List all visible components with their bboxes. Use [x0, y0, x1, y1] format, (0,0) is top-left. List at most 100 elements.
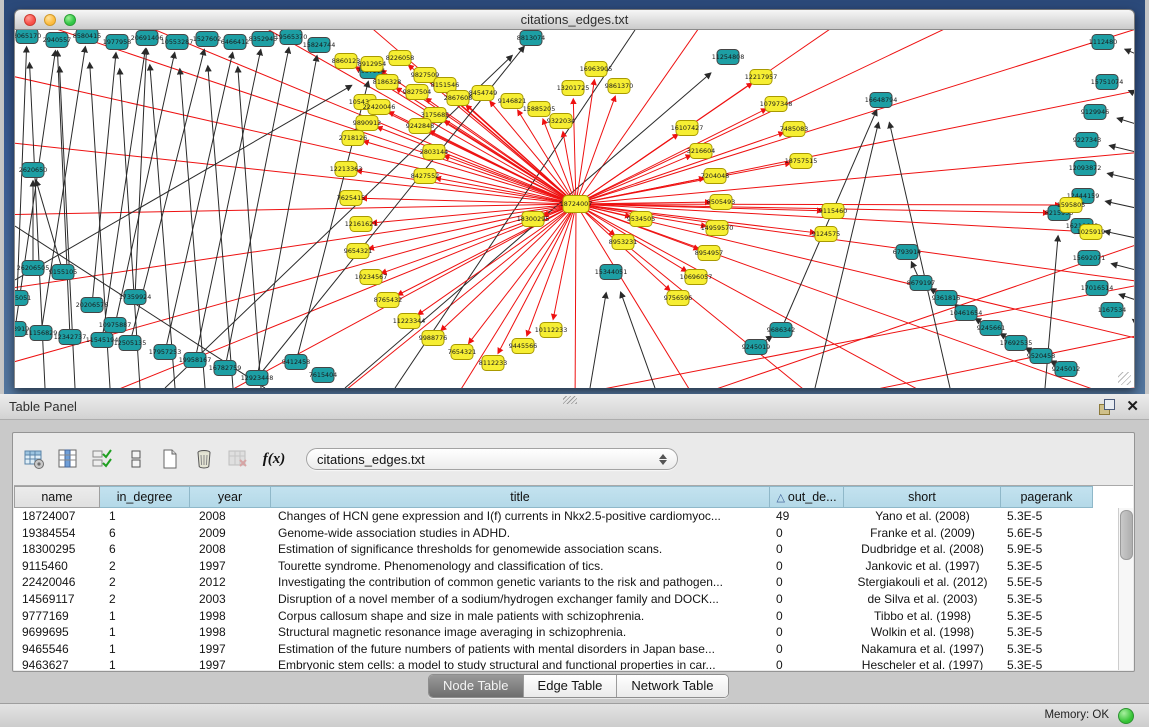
column-header-short[interactable]: short	[844, 486, 1001, 508]
graph-node[interactable]: 10461654	[950, 306, 983, 321]
graph-node[interactable]: 9756596	[664, 291, 692, 306]
column-header-in_degree[interactable]: in_degree	[100, 486, 190, 508]
graph-node[interactable]: 3216604	[687, 144, 715, 159]
graph-node[interactable]: 8427552	[411, 169, 439, 184]
table-selector-dropdown[interactable]: citations_edges.txt	[306, 448, 678, 470]
graph-node[interactable]: 17359924	[119, 290, 152, 305]
graph-node[interactable]: 8813074	[517, 31, 545, 46]
graph-node[interactable]: 9534505	[627, 212, 655, 227]
delete-table-icon[interactable]	[226, 447, 250, 471]
memory-status-icon[interactable]	[1118, 708, 1134, 724]
graph-node[interactable]: 10112233	[535, 323, 568, 338]
graph-node[interactable]: 16963905	[580, 62, 613, 77]
graph-node[interactable]: 15885205	[523, 102, 556, 117]
graph-node[interactable]: 9245019	[742, 340, 770, 355]
function-builder-icon[interactable]: f(x)	[260, 451, 288, 468]
graph-node[interactable]: 8679197	[907, 276, 935, 291]
graph-node[interactable]: 16107427	[671, 121, 704, 136]
merge-rows-icon[interactable]	[124, 447, 148, 471]
column-header-pagerank[interactable]: pagerank	[1001, 486, 1093, 508]
graph-node[interactable]: 15751074	[1091, 75, 1124, 90]
graph-node[interactable]: 12342737	[54, 330, 87, 345]
graph-node[interactable]: 9155105	[49, 265, 77, 280]
graph-node[interactable]: 8186328	[373, 75, 401, 90]
graph-node[interactable]: 8112233	[479, 356, 507, 371]
table-row[interactable]: 969969511998Structural magnetic resonanc…	[14, 624, 1118, 641]
graph-node[interactable]: 8226058	[386, 51, 414, 66]
graph-node[interactable]: 17016514	[1081, 281, 1114, 296]
table-row[interactable]: 1938455462009Genome-wide association stu…	[14, 525, 1118, 542]
graph-node[interactable]: 8352945	[249, 32, 277, 47]
graph-node[interactable]: 7654321	[448, 345, 476, 360]
graph-node[interactable]: 2620650	[19, 163, 47, 178]
delete-trash-icon[interactable]	[192, 447, 216, 471]
graph-node[interactable]: 9445566	[509, 339, 537, 354]
column-header-out_de[interactable]: △out_de...	[770, 486, 844, 508]
graph-node[interactable]: 9227343	[1073, 133, 1101, 148]
table-column-icon[interactable]	[56, 447, 80, 471]
graph-node[interactable]: 17957253	[149, 345, 182, 360]
graph-node[interactable]: 1167534	[1098, 303, 1126, 318]
graph-node[interactable]: 20206576	[76, 298, 109, 313]
graph-node[interactable]: 9412458	[282, 355, 310, 370]
canvas-resize-grip[interactable]	[1118, 372, 1131, 385]
graph-node[interactable]: 2940557	[43, 33, 71, 48]
graph-node[interactable]: 8860123	[332, 54, 360, 69]
graph-node[interactable]: 9129946	[1081, 105, 1109, 120]
table-row[interactable]: 1872400712008Changes of HCN gene express…	[14, 508, 1118, 525]
graph-node[interactable]: 11254808	[712, 50, 745, 65]
table-row[interactable]: 946362711997Embryonic stem cells: a mode…	[14, 657, 1118, 670]
close-panel-icon[interactable]: ✕	[1126, 397, 1139, 415]
table-row[interactable]: 2242004622012Investigating the contribut…	[14, 574, 1118, 591]
graph-node[interactable]: 12093872	[1069, 161, 1102, 176]
graph-node[interactable]: 2803144	[420, 145, 448, 160]
graph-node[interactable]: 9242848	[406, 119, 434, 134]
graph-node[interactable]: 6466412	[221, 35, 249, 50]
graph-node[interactable]: 7625415	[337, 191, 365, 206]
graph-node[interactable]: 8912954	[358, 57, 386, 72]
graph-node[interactable]: 9861370	[605, 79, 633, 94]
graph-node[interactable]: 15692071	[1073, 251, 1106, 266]
table-row[interactable]: 946554611997Estimation of the future num…	[14, 641, 1118, 658]
graph-node[interactable]: 9890912	[353, 116, 381, 131]
float-panel-icon[interactable]	[1099, 399, 1115, 415]
graph-node[interactable]: 9245012	[1052, 362, 1080, 377]
tab-node-table[interactable]: Node Table	[429, 675, 523, 697]
graph-node[interactable]: 10696057	[680, 270, 713, 285]
graph-node[interactable]: 18724007	[560, 196, 593, 213]
graph-node[interactable]: 8954957	[695, 246, 723, 261]
graph-node[interactable]: 9520458	[1027, 349, 1055, 364]
graph-node[interactable]: 12923448	[241, 371, 274, 386]
graph-node[interactable]: 7204048	[701, 169, 729, 184]
graph-node[interactable]: 7485083	[780, 122, 808, 137]
graph-node[interactable]: 9686342	[767, 323, 795, 338]
graph-node[interactable]: 9322034	[547, 114, 575, 129]
table-row[interactable]: 911546021997Tourette syndrome. Phenomeno…	[14, 558, 1118, 575]
graph-node[interactable]: 15344051	[595, 265, 628, 280]
tab-edge-table[interactable]: Edge Table	[523, 675, 617, 697]
graph-node[interactable]: 17692535	[1000, 336, 1033, 351]
panel-splitter-grip[interactable]	[563, 396, 577, 404]
graph-node[interactable]: 1527602	[193, 32, 221, 47]
graph-node[interactable]: 20691406	[131, 31, 164, 46]
column-header-title[interactable]: title	[271, 486, 770, 508]
graph-node[interactable]: 9361816	[932, 291, 960, 306]
graph-node[interactable]: 1977958	[103, 35, 131, 50]
graph-node[interactable]: 2065170	[15, 30, 41, 44]
graph-node[interactable]: 12217957	[745, 70, 778, 85]
graph-node[interactable]: 2205051	[15, 291, 31, 306]
graph-node[interactable]: 6793914	[893, 245, 921, 260]
table-row[interactable]: 977716911998Corpus callosum shape and si…	[14, 608, 1118, 625]
graph-node[interactable]: 9988776	[419, 331, 447, 346]
table-row[interactable]: 1830029562008Estimation of significance …	[14, 541, 1118, 558]
graph-node[interactable]: 13201725	[557, 81, 590, 96]
graph-node[interactable]: 8505493	[707, 195, 735, 210]
graph-node[interactable]: 1025919	[1077, 225, 1105, 240]
graph-node[interactable]: 8765432	[374, 293, 402, 308]
graph-node[interactable]: 1112480	[1089, 35, 1117, 50]
graph-node[interactable]: 12161621	[345, 217, 378, 232]
graph-node[interactable]: 9245661	[977, 321, 1005, 336]
select-rows-icon[interactable]	[90, 447, 114, 471]
new-column-icon[interactable]	[158, 447, 182, 471]
graph-node[interactable]: 15824744	[303, 38, 336, 53]
